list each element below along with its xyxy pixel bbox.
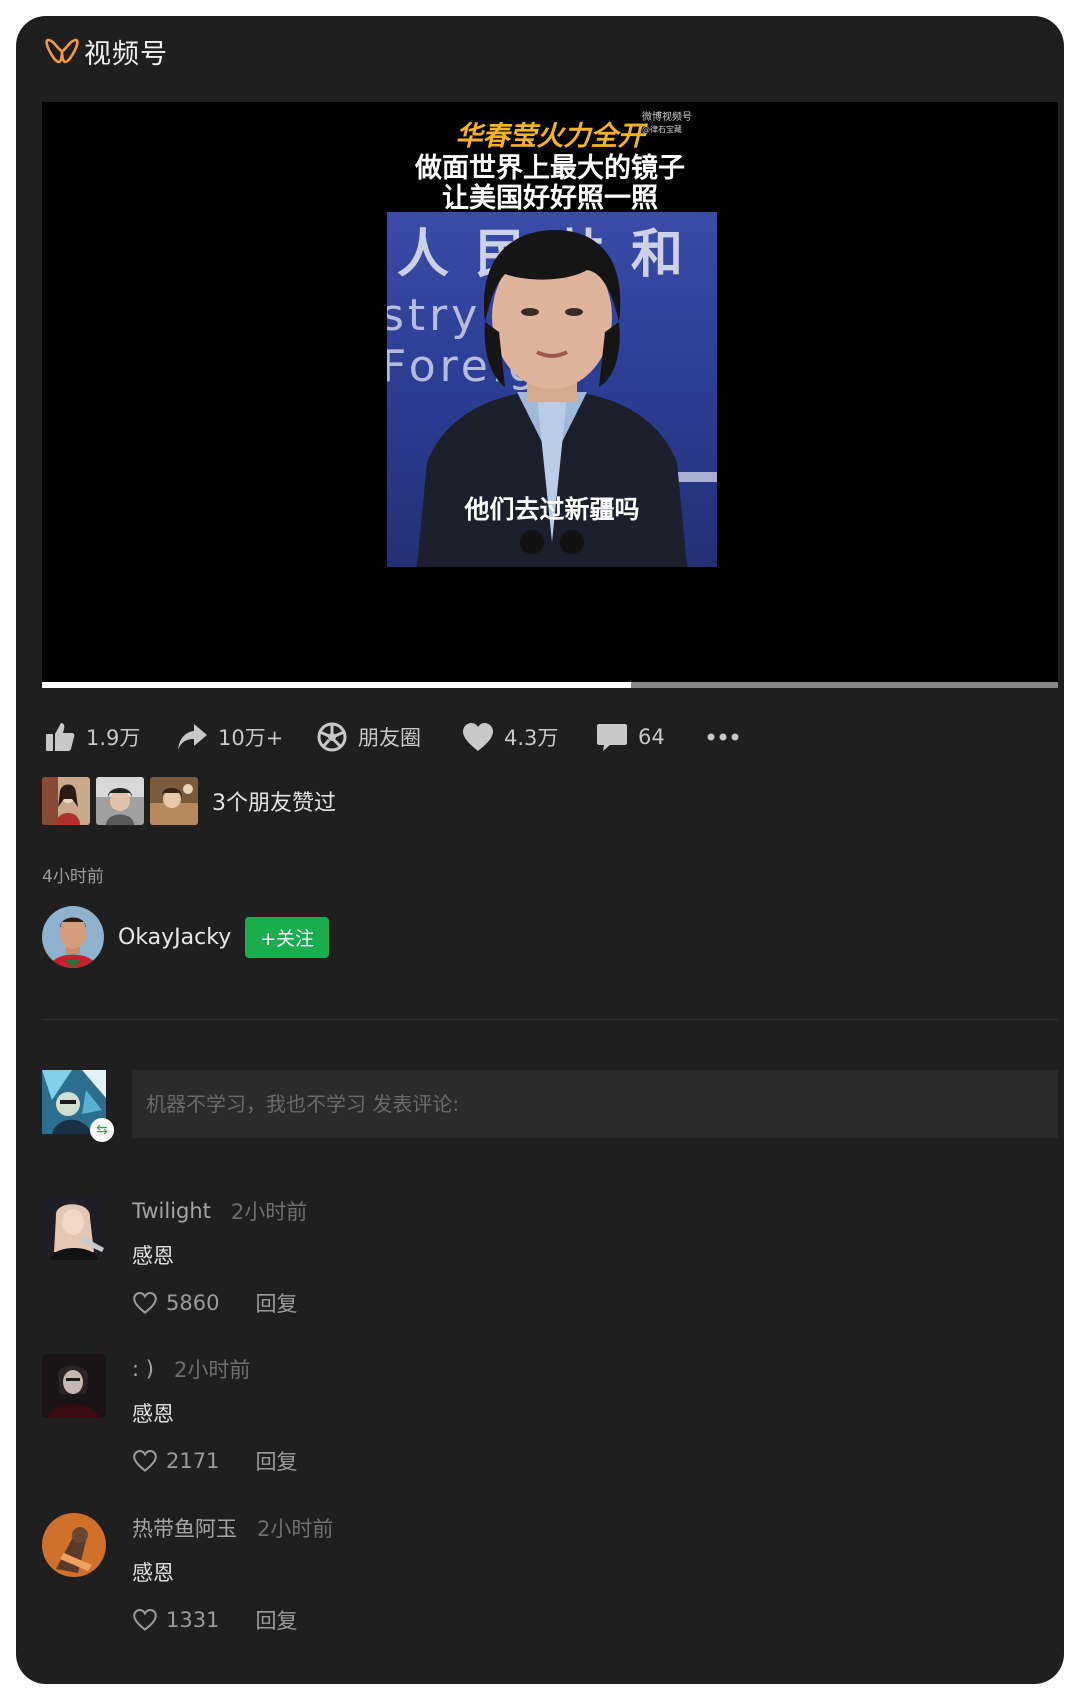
app-title: 视频号: [84, 38, 168, 70]
comment-body: : ) 2小时前 感恩 2171 回复: [132, 1354, 297, 1476]
heart-outline-icon: [133, 1449, 157, 1472]
video-caption-line3: 让美国好好照一照: [442, 183, 658, 214]
reply-button[interactable]: 回复: [255, 1446, 297, 1476]
comment-button[interactable]: 64: [596, 722, 706, 752]
moments-aperture-icon: [317, 722, 347, 752]
comment-like-count: 1331: [166, 1608, 220, 1632]
share-button[interactable]: 10万+: [176, 721, 316, 753]
section-divider: [42, 1019, 1058, 1020]
friends-liked-text: 3个朋友赞过: [212, 791, 336, 816]
comment-like-count: 5860: [166, 1291, 220, 1315]
heart-outline-icon: [133, 1291, 157, 1314]
friend-avatar: [150, 777, 198, 825]
video-frame: 人民共和 stry of Foreign 他们去过新疆吗: [387, 212, 717, 567]
thumbs-up-icon: [46, 723, 75, 751]
like-button[interactable]: 1.9万: [44, 721, 176, 753]
video-player[interactable]: 华春莹火力全开 微博视频号 @律石宝藏 做面世界上最大的镜子 让美国好好照一照 …: [42, 102, 1058, 682]
comment-text: 感恩: [132, 1244, 174, 1268]
friend-avatar: [96, 777, 144, 825]
follow-button[interactable]: +关注: [245, 916, 330, 958]
commenter-name[interactable]: 热带鱼阿玉: [132, 1513, 237, 1543]
commenter-name[interactable]: : ): [132, 1357, 154, 1381]
heart-outline-icon: [133, 1608, 157, 1631]
comment-like-button[interactable]: 1331: [132, 1608, 219, 1632]
post-time: 4小时前: [42, 867, 104, 887]
app-header: 视频号: [44, 30, 168, 72]
friend-avatar: [42, 777, 90, 825]
reply-button[interactable]: 回复: [255, 1288, 297, 1318]
comment-time: 2小时前: [257, 1517, 334, 1541]
video-subtitle: 他们去过新疆吗: [464, 495, 640, 524]
commenter-avatar[interactable]: [42, 1354, 106, 1418]
comment-like-button[interactable]: 5860: [132, 1291, 219, 1315]
commenter-avatar[interactable]: [42, 1513, 106, 1577]
comment-text: 感恩: [132, 1402, 174, 1426]
moments-share-button[interactable]: 朋友圈: [316, 721, 462, 753]
comment-body: 热带鱼阿玉 2小时前 感恩 1331 回复: [132, 1513, 333, 1635]
share-arrow-icon: [178, 724, 207, 750]
comment-like-button[interactable]: 2171: [132, 1449, 219, 1473]
comment-item: : ) 2小时前 感恩 2171 回复: [42, 1354, 297, 1476]
friends-liked-row[interactable]: 3个朋友赞过: [42, 777, 336, 825]
author-row: OkayJacky +关注: [42, 906, 330, 968]
video-progress-bar[interactable]: [42, 682, 1058, 688]
action-bar: 1.9万 10万+ 朋友圈 4.3万 64: [44, 716, 750, 758]
sync-badge-icon: ⇆: [90, 1118, 114, 1142]
comment-time: 2小时前: [173, 1358, 251, 1382]
my-avatar: ⇆: [42, 1070, 114, 1142]
more-button[interactable]: [706, 732, 750, 742]
video-watermark: 微博视频号 @律石宝藏: [642, 112, 692, 134]
comment-item: 热带鱼阿玉 2小时前 感恩 1331 回复: [42, 1513, 333, 1635]
comment-body: Twilight 2小时前 感恩 5860 回复: [132, 1196, 307, 1318]
comment-text: 感恩: [132, 1561, 174, 1585]
commenter-name[interactable]: Twilight: [132, 1199, 211, 1223]
comment-like-count: 2171: [166, 1449, 220, 1473]
channels-logo-icon: [45, 38, 79, 64]
author-avatar[interactable]: [42, 906, 104, 968]
post-card: 视频号 华春莹火力全开 微博视频号 @律石宝藏 做面世界上最大的镜子 让美国好好…: [16, 16, 1064, 1684]
heart-icon: [463, 723, 493, 751]
more-dots-icon: [707, 733, 739, 741]
reply-button[interactable]: 回复: [255, 1605, 297, 1635]
favorite-button[interactable]: 4.3万: [462, 722, 596, 752]
comment-time: 2小时前: [230, 1200, 308, 1224]
comment-bubble-icon: [597, 724, 627, 751]
author-name[interactable]: OkayJacky: [118, 925, 231, 950]
comment-input[interactable]: [132, 1070, 1058, 1138]
commenter-avatar[interactable]: [42, 1196, 106, 1260]
comment-composer: ⇆: [42, 1070, 1058, 1142]
comment-item: Twilight 2小时前 感恩 5860 回复: [42, 1196, 307, 1318]
video-progress-fill: [42, 682, 632, 688]
